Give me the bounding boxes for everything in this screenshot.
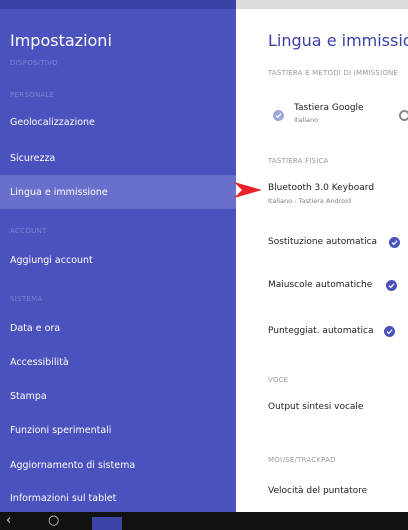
sidebar-item-label: Data e ora	[10, 322, 61, 334]
language-input-panel: Lingua e immissione TASTIERA E METODI DI…	[236, 9, 408, 512]
check-circle-icon	[273, 110, 284, 121]
sidebar-item-stampa[interactable]: Stampa	[0, 379, 236, 413]
sidebar-item-label: Informazioni sul tablet	[10, 492, 117, 504]
google-keyboard-lang: Italiano	[294, 116, 319, 124]
check-circle-icon[interactable]	[389, 237, 400, 248]
sidebar-title: Impostazioni	[10, 31, 112, 50]
toggle-label-punteggiatura: Punteggiat. automatica	[268, 326, 374, 336]
status-bar-right	[236, 0, 408, 9]
sidebar-item-label: Stampa	[10, 390, 47, 402]
section-voice: VOCE	[268, 376, 289, 384]
bluetooth-keyboard-layout: Italiano - Tastiera Android	[268, 197, 352, 205]
pointer-arrow-icon	[234, 182, 262, 198]
gear-icon[interactable]	[399, 110, 408, 121]
sidebar-item-label: Aggiornamento di sistema	[10, 459, 136, 471]
tts-label: Output sintesi vocale	[268, 402, 364, 412]
sidebar-item-informazioni[interactable]: Informazioni sul tablet	[0, 481, 236, 512]
recents-icon[interactable]	[92, 517, 122, 530]
sidebar-item-label: Aggiungi account	[10, 254, 93, 266]
sidebar-item-aggiungi-account[interactable]: Aggiungi account	[0, 243, 236, 277]
navigation-bar: ‹ ○	[0, 512, 408, 530]
sidebar-item-label: Funzioni sperimentali	[10, 424, 112, 436]
sidebar-item-label: Lingua e immissione	[10, 186, 108, 198]
section-keyboard-methods: TASTIERA E METODI DI IMMISSIONE	[268, 69, 399, 77]
section-sistema: SISTEMA	[10, 295, 43, 303]
sidebar-item-label: Sicurezza	[10, 152, 56, 164]
home-icon[interactable]: ○	[48, 513, 59, 529]
sidebar-item-sicurezza[interactable]: Sicurezza	[0, 141, 236, 175]
check-circle-icon[interactable]	[384, 326, 395, 337]
back-icon[interactable]: ‹	[6, 513, 11, 529]
page-title: Lingua e immissione	[268, 31, 408, 50]
sidebar-item-label: Geolocalizzazione	[10, 116, 95, 128]
section-personale: PERSONALE	[10, 91, 55, 99]
sidebar-item-aggiornamento[interactable]: Aggiornamento di sistema	[0, 448, 236, 482]
section-account: ACCOUNT	[10, 227, 47, 235]
bluetooth-keyboard-name: Bluetooth 3.0 Keyboard	[268, 183, 375, 193]
sidebar-item-funzioni-sperimentali[interactable]: Funzioni sperimentali	[0, 413, 236, 447]
sidebar-item-accessibilita[interactable]: Accessibilità	[0, 345, 236, 379]
status-bar-left	[0, 0, 236, 9]
sidebar-item-lingua[interactable]: Lingua e immissione	[0, 175, 236, 209]
section-dispositivo: DISPOSITIVO	[10, 59, 58, 67]
settings-sidebar: Impostazioni DISPOSITIVO PERSONALE Geolo…	[0, 9, 236, 512]
section-physical-keyboard: TASTIERA FISICA	[268, 157, 329, 165]
sidebar-item-data-ora[interactable]: Data e ora	[0, 311, 236, 345]
check-circle-icon[interactable]	[386, 280, 397, 291]
pointer-speed-label: Velocità del puntatore	[268, 486, 368, 496]
sidebar-item-label: Accessibilità	[10, 356, 69, 368]
toggle-label-maiuscole: Maiuscole automatiche	[268, 280, 373, 290]
toggle-label-sostituzione: Sostituzione automatica	[268, 237, 378, 247]
section-mouse: MOUSE/TRACKPAD	[268, 456, 336, 464]
sidebar-item-geolocalizzazione[interactable]: Geolocalizzazione	[0, 105, 236, 139]
google-keyboard-name: Tastiera Google	[294, 103, 364, 113]
